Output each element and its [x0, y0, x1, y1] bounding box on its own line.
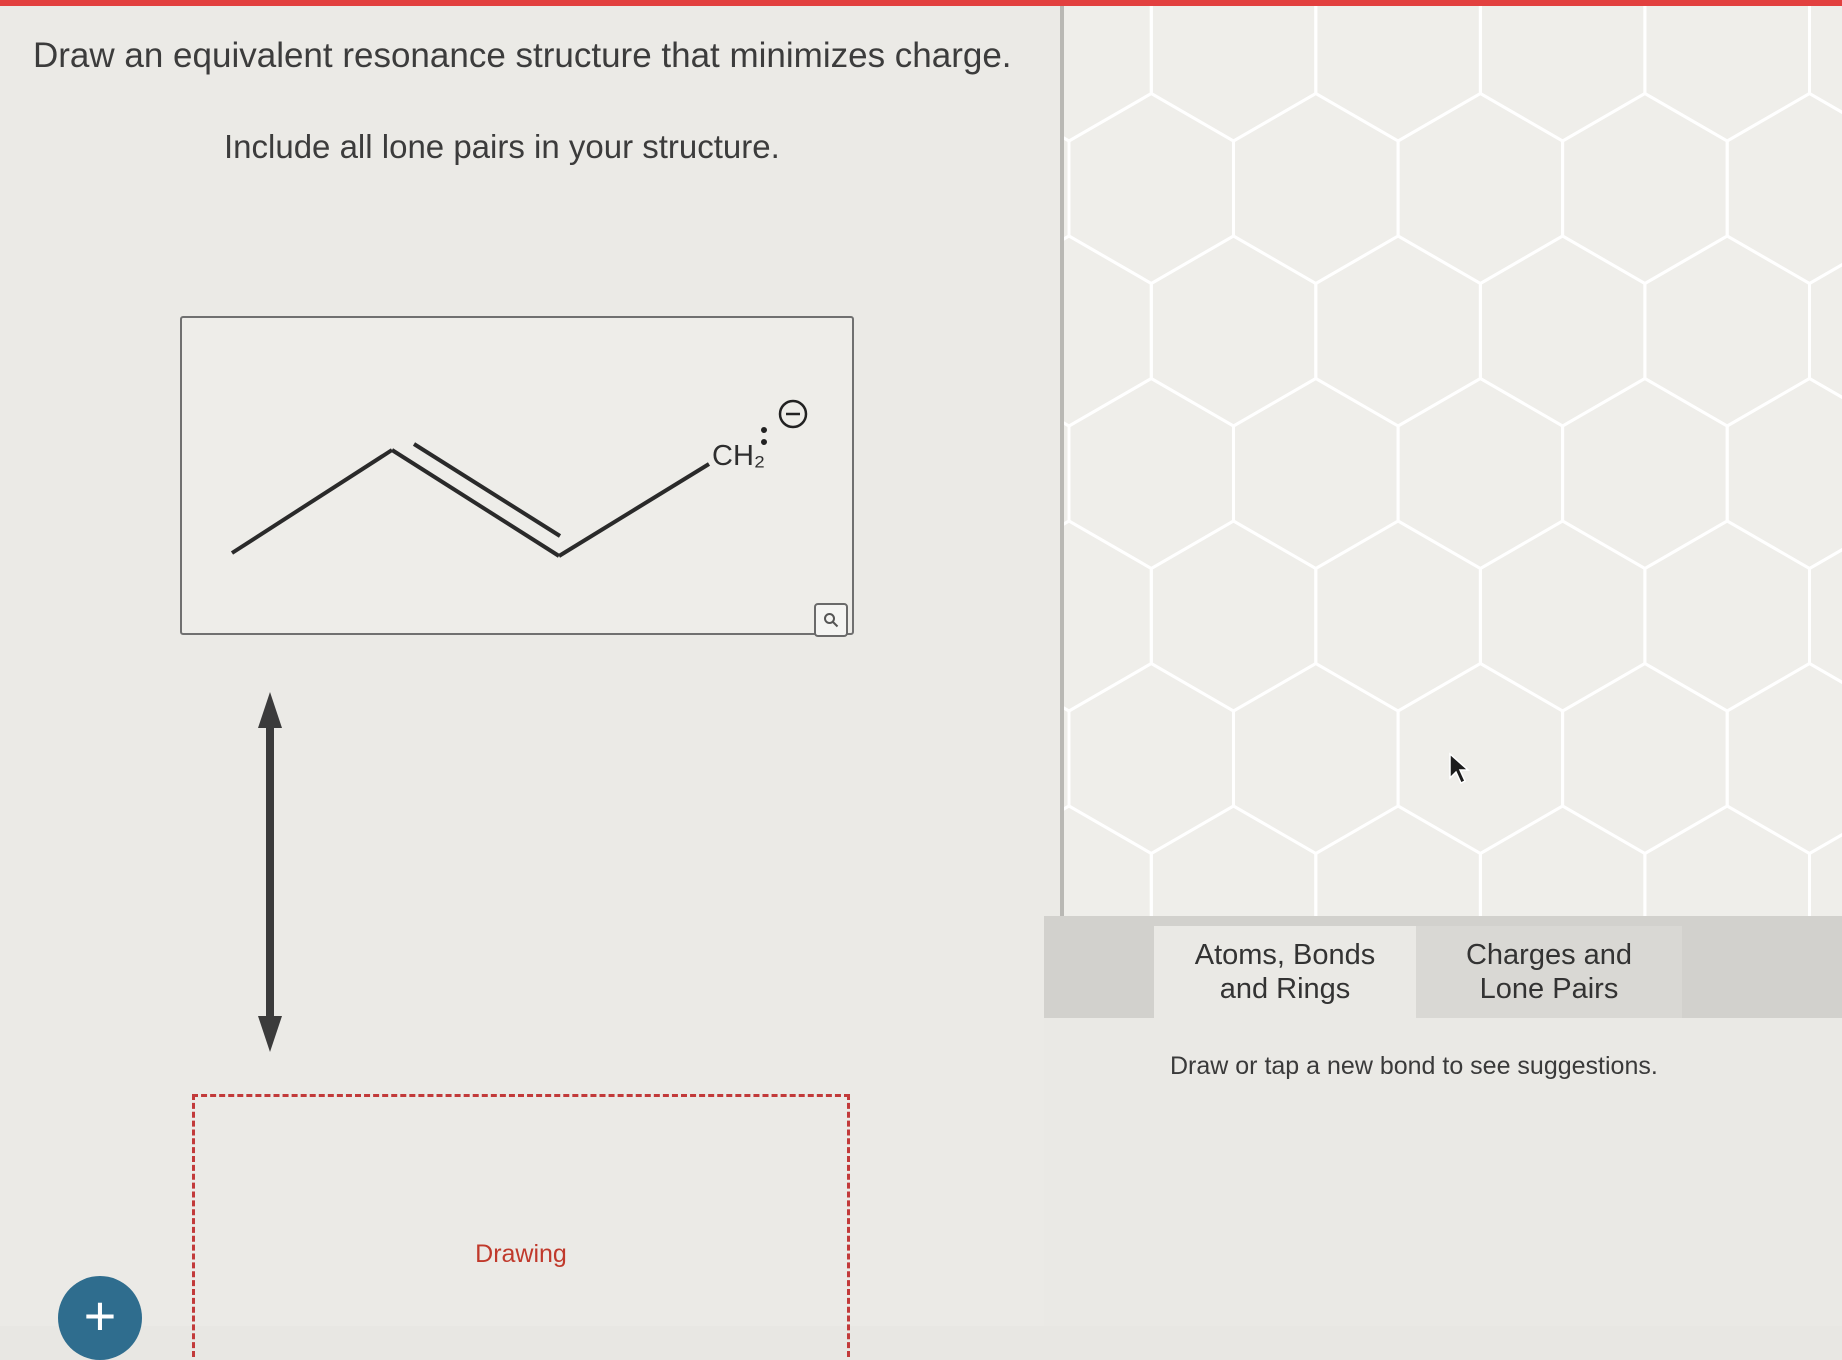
tab-atoms-label: Atoms, Bonds and Rings	[1195, 938, 1376, 1006]
hex-cell	[1727, 379, 1842, 569]
hex-cell	[1064, 6, 1151, 141]
bond-single-1	[232, 450, 392, 553]
hex-cell	[1727, 94, 1842, 284]
lone-pair-dot-top	[761, 427, 767, 433]
hex-cell	[1151, 806, 1316, 916]
hex-cell	[1316, 6, 1481, 141]
hex-cell	[1234, 664, 1399, 854]
hex-cell	[1563, 379, 1728, 569]
hex-cell	[1069, 664, 1234, 854]
suggestion-hint: Draw or tap a new bond to see suggestion…	[1170, 1052, 1658, 1081]
hex-cell	[1645, 806, 1810, 916]
magnifier-icon	[823, 612, 839, 628]
hex-cell	[1064, 806, 1151, 916]
hex-cell	[1316, 806, 1481, 916]
hex-cell	[1563, 94, 1728, 284]
hex-cell	[1316, 521, 1481, 711]
mouse-cursor-icon	[1448, 752, 1470, 786]
hex-cell	[1480, 521, 1645, 711]
hex-cell	[1151, 521, 1316, 711]
molecule-structure	[182, 318, 852, 633]
hex-cell	[1810, 6, 1842, 141]
hex-cell	[1234, 379, 1399, 569]
hex-cell	[1064, 236, 1151, 426]
tab-charges-lone-pairs[interactable]: Charges and Lone Pairs	[1416, 926, 1682, 1018]
bond-single-2	[559, 464, 709, 556]
hex-cell	[1398, 379, 1563, 569]
drawing-answer-area[interactable]: Drawing	[192, 1094, 850, 1357]
hex-cell	[1480, 6, 1645, 141]
hex-cell	[1480, 806, 1645, 916]
question-instruction: Include all lone pairs in your structure…	[224, 128, 780, 166]
hex-cell	[1316, 236, 1481, 426]
question-panel: Draw an equivalent resonance structure t…	[0, 6, 1062, 1326]
hex-cell	[1563, 664, 1728, 854]
hex-cell	[1645, 521, 1810, 711]
bond-double-outer	[392, 450, 559, 556]
hex-cell	[1810, 806, 1842, 916]
hex-cell	[1069, 379, 1234, 569]
hex-cell	[1069, 94, 1234, 284]
hex-cell	[1064, 521, 1151, 711]
hex-cell	[1151, 6, 1316, 141]
tab-charges-label: Charges and Lone Pairs	[1466, 938, 1632, 1006]
tab-atoms-bonds-rings[interactable]: Atoms, Bonds and Rings	[1154, 926, 1416, 1018]
drawing-label: Drawing	[195, 1240, 847, 1269]
hex-cell	[1645, 236, 1810, 426]
ch2-group-label: CH₂	[712, 440, 765, 473]
bond-double-inner	[414, 444, 560, 536]
hex-cell	[1398, 94, 1563, 284]
resonance-arrow-icon	[250, 692, 290, 1052]
question-title: Draw an equivalent resonance structure t…	[33, 36, 1012, 76]
hex-cell	[1645, 6, 1810, 141]
hex-cell	[1151, 236, 1316, 426]
editor-toolbar: Atoms, Bonds and Rings Charges and Lone …	[1044, 916, 1842, 1018]
hex-cell	[1234, 94, 1399, 284]
hex-cell	[1810, 236, 1842, 426]
hex-cell	[1810, 521, 1842, 711]
hex-cell	[1480, 236, 1645, 426]
given-structure-box: CH₂	[180, 316, 854, 635]
hex-cell	[1398, 664, 1563, 854]
zoom-button[interactable]	[814, 603, 848, 637]
hex-cell	[1727, 664, 1842, 854]
add-button[interactable]: +	[58, 1276, 142, 1360]
